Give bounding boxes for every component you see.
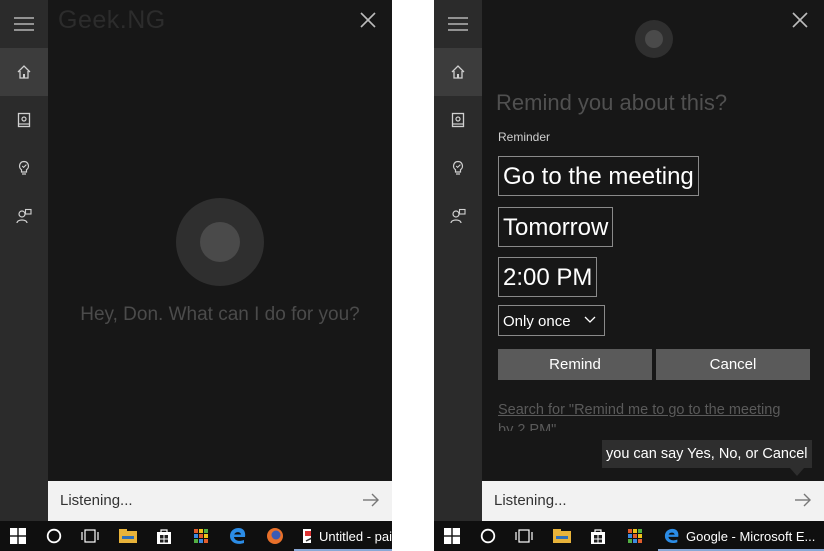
- listening-bar[interactable]: Listening...: [48, 481, 392, 521]
- cortana-icon: [480, 528, 496, 544]
- taskbar-app-paint[interactable]: Untitled - pai: [294, 521, 392, 551]
- repeat-select-value: Only once: [503, 313, 571, 330]
- voice-hint-tooltip: you can say Yes, No, or Cancel: [602, 440, 812, 468]
- notebook-icon: [17, 112, 31, 128]
- cortana-orb-core: [645, 30, 663, 48]
- search-link-line2: by 2 PM": [498, 422, 557, 431]
- edge-icon: [664, 528, 679, 544]
- cortana-pane-left: Geek.NG Hey, Don. What can I do for you?…: [0, 0, 392, 551]
- cortana-icon: [46, 528, 62, 544]
- store-icon: [591, 529, 605, 544]
- rail-reminders-button[interactable]: [434, 144, 482, 192]
- paint-icon: [303, 529, 312, 543]
- reminder-label: Reminder: [498, 130, 551, 144]
- remind-button[interactable]: Remind: [498, 349, 652, 380]
- taskbar-app-edge[interactable]: Google - Microsoft E...: [658, 521, 824, 551]
- file-explorer-button[interactable]: [110, 521, 146, 551]
- reminders-icon: [18, 160, 30, 175]
- search-web-link[interactable]: Search for "Remind me to go to the meeti…: [498, 400, 798, 431]
- apps-button[interactable]: [617, 521, 653, 551]
- home-icon: [451, 65, 465, 79]
- rail-home-button[interactable]: [434, 48, 482, 96]
- store-button[interactable]: [146, 521, 182, 551]
- listening-text: Listening...: [60, 492, 133, 509]
- task-view-button[interactable]: [72, 521, 108, 551]
- menu-button[interactable]: [434, 0, 482, 48]
- submit-arrow-icon[interactable]: [362, 492, 380, 508]
- reminder-text-field[interactable]: Go to the meeting: [498, 156, 699, 196]
- feedback-icon: [450, 208, 466, 224]
- taskbar-app-paint-label: Untitled - pai: [319, 528, 392, 544]
- rail-notebook-button[interactable]: [0, 96, 48, 144]
- cortana-orb-core: [200, 222, 240, 262]
- windows-start-icon: [444, 528, 460, 544]
- hamburger-icon: [14, 17, 34, 31]
- store-button[interactable]: [580, 521, 616, 551]
- menu-button[interactable]: [0, 0, 48, 48]
- rail-feedback-button[interactable]: [0, 192, 48, 240]
- cortana-orb: [635, 20, 673, 58]
- task-view-icon: [515, 529, 533, 543]
- close-icon[interactable]: [790, 10, 810, 30]
- windows-start-icon: [10, 528, 26, 544]
- reminder-day-field[interactable]: Tomorrow: [498, 207, 614, 247]
- rail-reminders-button[interactable]: [0, 144, 48, 192]
- rail-home-button[interactable]: [0, 48, 48, 96]
- apps-icon: [628, 529, 642, 543]
- file-explorer-button[interactable]: [544, 521, 580, 551]
- greeting-text: Hey, Don. What can I do for you?: [80, 304, 360, 325]
- cortana-button[interactable]: [36, 521, 72, 551]
- cortana-orb: [176, 198, 264, 286]
- taskbar: Untitled - pai: [0, 521, 392, 551]
- nav-rail: [434, 0, 482, 521]
- apps-button[interactable]: [183, 521, 219, 551]
- taskbar: Google - Microsoft E...: [434, 521, 824, 551]
- tooltip-caret: [790, 468, 804, 476]
- file-explorer-icon: [119, 529, 137, 543]
- reminder-time-field[interactable]: 2:00 PM: [498, 257, 598, 297]
- close-icon[interactable]: [358, 10, 378, 30]
- reminder-title: Remind you about this?: [496, 90, 728, 115]
- task-view-button[interactable]: [506, 521, 542, 551]
- watermark: Geek.NG: [58, 6, 166, 34]
- start-button[interactable]: [434, 521, 470, 551]
- store-icon: [157, 529, 171, 544]
- apps-icon: [194, 529, 208, 543]
- edge-icon: [230, 528, 246, 544]
- rail-feedback-button[interactable]: [434, 192, 482, 240]
- firefox-icon: [267, 528, 283, 544]
- hamburger-icon: [448, 17, 468, 31]
- file-explorer-icon: [553, 529, 571, 543]
- cancel-button[interactable]: Cancel: [656, 349, 810, 380]
- submit-arrow-icon[interactable]: [794, 492, 812, 508]
- task-view-icon: [81, 529, 99, 543]
- listening-text: Listening...: [494, 492, 567, 509]
- nav-rail: [0, 0, 48, 521]
- start-button[interactable]: [0, 521, 36, 551]
- taskbar-app-edge-label: Google - Microsoft E...: [686, 528, 816, 544]
- home-icon: [17, 65, 31, 79]
- rail-notebook-button[interactable]: [434, 96, 482, 144]
- reminders-icon: [452, 160, 464, 175]
- chevron-down-icon: [584, 316, 596, 323]
- cortana-button[interactable]: [470, 521, 506, 551]
- feedback-icon: [16, 208, 32, 224]
- search-link-line1: Search for "Remind me to go to the meeti…: [498, 402, 781, 418]
- edge-button[interactable]: [220, 521, 256, 551]
- listening-bar[interactable]: Listening...: [482, 481, 824, 521]
- repeat-select[interactable]: Only once: [498, 305, 605, 336]
- notebook-icon: [451, 112, 465, 128]
- firefox-button[interactable]: [257, 521, 293, 551]
- cortana-pane-right: Remind you about this? Reminder Go to th…: [434, 0, 824, 551]
